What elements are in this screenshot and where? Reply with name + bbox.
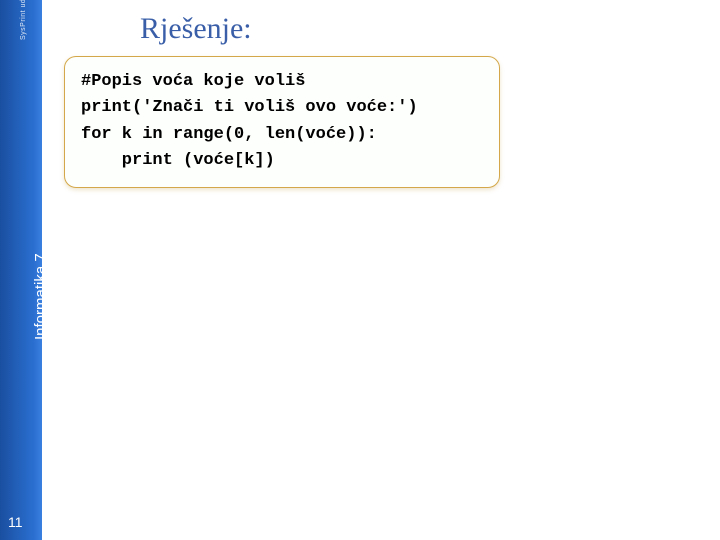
page-title: Rješenje: (140, 12, 252, 46)
page-number: 11 (8, 514, 23, 530)
code-line-3: for k in range(0, len(voće)): (81, 122, 483, 148)
sidebar: SysPrint udžbenik+ Informatika 7 11 (0, 0, 42, 540)
subject-label: Informatika 7 (32, 253, 49, 340)
code-line-1: #Popis voća koje voliš (81, 69, 483, 95)
code-block: #Popis voća koje voliš print('Znači ti v… (64, 56, 500, 188)
code-line-2: print('Znači ti voliš ovo voće:') (81, 95, 483, 121)
code-line-4: print (voće[k]) (81, 148, 483, 174)
publisher-label: SysPrint udžbenik+ (20, 0, 27, 40)
